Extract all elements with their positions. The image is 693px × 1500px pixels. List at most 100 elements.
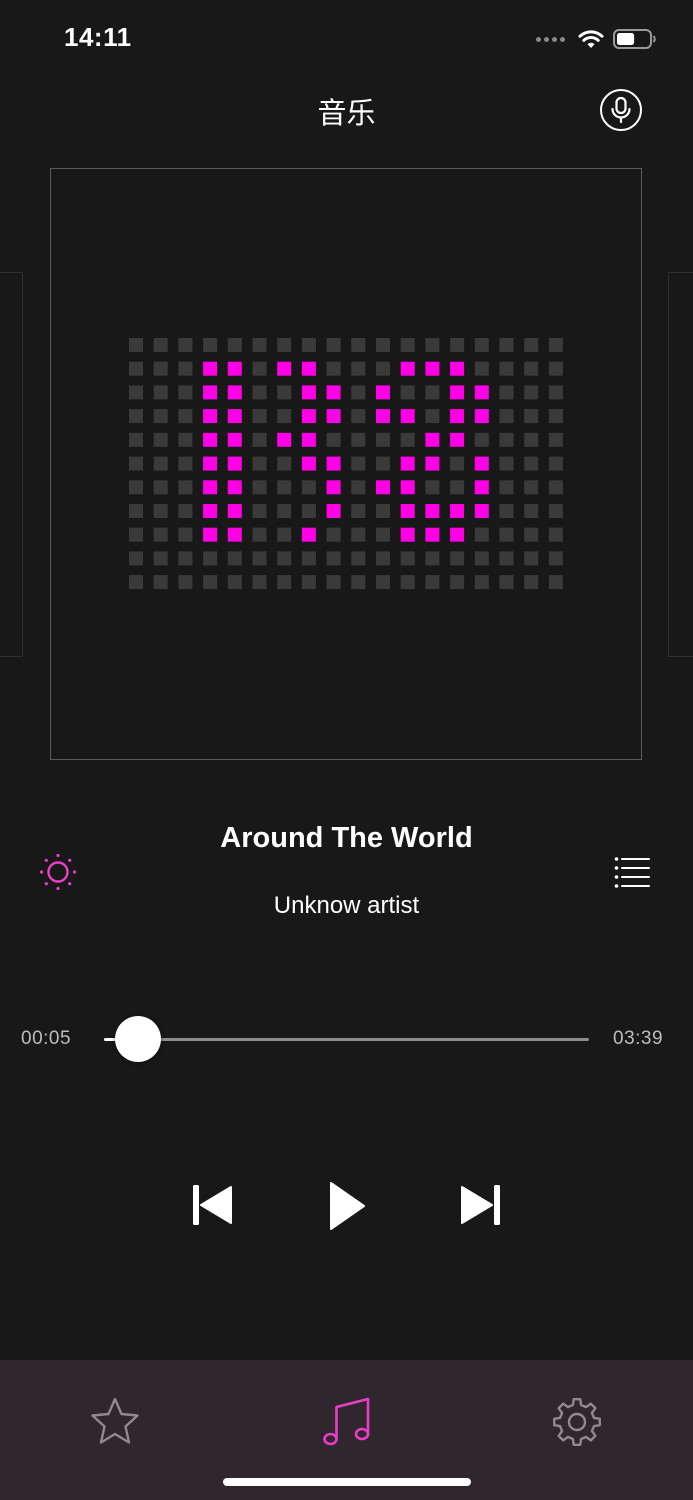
led-pixel [277,456,292,471]
track-title: Around The World [220,822,473,854]
led-pixel-lit [376,480,390,495]
led-pixel [129,551,143,566]
led-pixel-lit [301,361,316,376]
led-pixel [129,480,143,495]
led-pixel [474,575,489,590]
play-button[interactable] [322,1180,372,1230]
led-pixel [524,527,539,542]
led-pixel [277,551,292,566]
led-pixel-lit [227,527,242,542]
led-pixel [203,338,218,352]
led-pixel-lit [425,432,440,447]
next-album-card[interactable] [668,272,693,657]
progress-slider-track[interactable] [104,1038,589,1041]
led-pixel-lit [450,432,465,447]
elapsed-time: 00:05 [21,1028,72,1049]
led-pixel [474,361,489,376]
led-pixel [277,480,292,495]
led-pixel [178,527,193,542]
led-pixel [548,456,563,471]
led-pixel [499,338,514,352]
led-pixel [351,504,366,518]
led-pixel [376,456,390,471]
led-pixel [351,409,366,424]
signal-dots-icon [536,36,565,42]
led-pixel [376,551,390,566]
led-pixel [376,361,390,376]
sun-icon [39,853,77,891]
led-pixel-lit [203,504,218,518]
led-pixel [499,527,514,542]
led-pixel [129,504,143,518]
led-pixel [301,551,316,566]
tab-settings[interactable] [549,1394,605,1450]
led-pixel [425,575,440,590]
led-pixel-lit [326,504,341,518]
led-pixel [252,480,267,495]
led-matrix-logo [129,338,563,590]
led-pixel [548,480,563,495]
led-pixel [227,575,242,590]
led-pixel-lit [203,409,218,424]
led-pixel [153,361,168,376]
led-pixel-lit [277,361,292,376]
led-pixel [277,385,292,400]
led-pixel [153,551,168,566]
led-pixel [252,551,267,566]
led-pixel [153,575,168,590]
led-pixel [178,432,193,447]
led-pixel [129,409,143,424]
page-title: 音乐 [317,96,376,130]
skip-next-icon [461,1185,500,1225]
led-pixel [178,338,193,352]
tab-music[interactable] [318,1394,374,1450]
led-pixel-lit [474,456,489,471]
led-pixel [548,432,563,447]
led-pixel [425,338,440,352]
led-pixel-lit [301,385,316,400]
led-pixel [524,456,539,471]
led-pixel-lit [203,385,218,400]
led-pixel [499,551,514,566]
led-pixel [203,575,218,590]
led-pixel [153,504,168,518]
led-pixel [376,575,390,590]
led-pixel [425,480,440,495]
track-artist: Unknow artist [273,892,420,919]
voice-control-button[interactable] [600,89,642,131]
tab-favorites[interactable] [87,1394,143,1450]
playlist-button[interactable] [614,855,652,889]
led-pixel [326,551,341,566]
led-pixel-lit [203,527,218,542]
led-pixel [499,432,514,447]
led-pixel-lit [450,361,465,376]
led-pixel [252,575,267,590]
led-pixel [524,361,539,376]
led-pixel-lit [474,385,489,400]
led-pixel [524,409,539,424]
led-pixel [376,504,390,518]
led-pixel [153,409,168,424]
led-pixel-lit [326,480,341,495]
light-effect-button[interactable] [38,852,78,892]
led-pixel [524,504,539,518]
led-pixel [351,527,366,542]
led-pixel-lit [301,527,316,542]
led-pixel [227,338,242,352]
led-pixel [499,456,514,471]
led-pixel-lit [203,432,218,447]
led-pixel [351,361,366,376]
led-pixel [153,527,168,542]
led-pixel [524,575,539,590]
progress-slider-thumb[interactable] [114,1016,161,1062]
previous-track-button[interactable] [188,1180,238,1230]
next-track-button[interactable] [455,1180,505,1230]
led-pixel [524,338,539,352]
led-pixel [277,527,292,542]
previous-album-card[interactable] [0,272,23,657]
led-pixel-lit [450,409,465,424]
led-pixel [129,338,143,352]
led-pixel [277,504,292,518]
led-pixel [548,551,563,566]
led-pixel [301,338,316,352]
